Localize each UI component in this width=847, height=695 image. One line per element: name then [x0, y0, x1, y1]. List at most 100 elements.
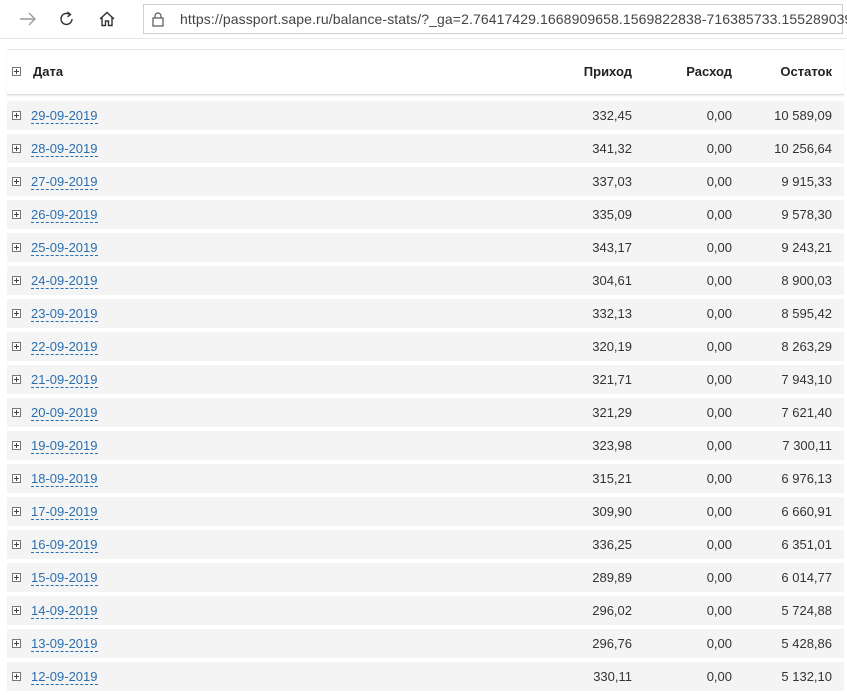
- home-icon: [99, 11, 115, 27]
- date-link[interactable]: 28-09-2019: [31, 141, 98, 157]
- expand-row-icon[interactable]: [12, 474, 21, 483]
- expand-row-icon[interactable]: [12, 408, 21, 417]
- table-row: 29-09-2019 332,45 0,00 10 589,09: [7, 101, 844, 130]
- table-row: 12-09-2019 330,11 0,00 5 132,10: [7, 662, 844, 691]
- date-cell: 28-09-2019: [31, 141, 98, 157]
- refresh-button[interactable]: [53, 6, 81, 32]
- income-cell: 336,25: [592, 537, 632, 552]
- browser-toolbar: https://passport.sape.ru/balance-stats/?…: [0, 0, 847, 39]
- income-cell: 309,90: [592, 504, 632, 519]
- expense-cell: 0,00: [706, 141, 732, 156]
- date-link[interactable]: 18-09-2019: [31, 471, 98, 487]
- date-link[interactable]: 22-09-2019: [31, 339, 98, 355]
- date-link[interactable]: 19-09-2019: [31, 438, 98, 454]
- date-cell: 21-09-2019: [31, 372, 98, 388]
- date-link[interactable]: 16-09-2019: [31, 537, 98, 553]
- date-cell: 20-09-2019: [31, 405, 98, 421]
- url-text[interactable]: https://passport.sape.ru/balance-stats/?…: [180, 11, 847, 27]
- income-cell: 296,76: [592, 636, 632, 651]
- expand-row-icon[interactable]: [12, 672, 21, 681]
- address-bar[interactable]: https://passport.sape.ru/balance-stats/?…: [143, 4, 847, 34]
- expense-cell: 0,00: [706, 570, 732, 585]
- expand-row-icon[interactable]: [12, 507, 21, 516]
- date-cell: 27-09-2019: [31, 174, 98, 190]
- expense-cell: 0,00: [706, 240, 732, 255]
- expand-row-icon[interactable]: [12, 342, 21, 351]
- date-link[interactable]: 29-09-2019: [31, 108, 98, 124]
- date-link[interactable]: 27-09-2019: [31, 174, 98, 190]
- expand-row-icon[interactable]: [12, 441, 21, 450]
- expand-row-icon[interactable]: [12, 177, 21, 186]
- date-cell: 14-09-2019: [31, 603, 98, 619]
- forward-button[interactable]: [14, 6, 42, 32]
- income-cell: 315,21: [592, 471, 632, 486]
- expense-cell: 0,00: [706, 108, 732, 123]
- expand-row-icon[interactable]: [12, 243, 21, 252]
- header-balance[interactable]: Остаток: [780, 64, 832, 79]
- income-cell: 341,32: [592, 141, 632, 156]
- table-row: 14-09-2019 296,02 0,00 5 724,88: [7, 596, 844, 625]
- income-cell: 321,29: [592, 405, 632, 420]
- expense-cell: 0,00: [706, 207, 732, 222]
- balance-cell: 6 976,13: [781, 471, 832, 486]
- expense-cell: 0,00: [706, 438, 732, 453]
- date-link[interactable]: 24-09-2019: [31, 273, 98, 289]
- date-link[interactable]: 25-09-2019: [31, 240, 98, 256]
- date-cell: 17-09-2019: [31, 504, 98, 520]
- balance-table: Дата Приход Расход Остаток 29-09-2019 332…: [7, 50, 844, 695]
- date-link[interactable]: 17-09-2019: [31, 504, 98, 520]
- balance-cell: 6 660,91: [781, 504, 832, 519]
- expand-row-icon[interactable]: [12, 210, 21, 219]
- table-row: 18-09-2019 315,21 0,00 6 976,13: [7, 464, 844, 493]
- date-cell: 13-09-2019: [31, 636, 98, 652]
- table-header: Дата Приход Расход Остаток: [7, 50, 844, 95]
- date-link[interactable]: 15-09-2019: [31, 570, 98, 586]
- date-link[interactable]: 12-09-2019: [31, 669, 98, 685]
- balance-cell: 9 243,21: [781, 240, 832, 255]
- table-row: 17-09-2019 309,90 0,00 6 660,91: [7, 497, 844, 526]
- expand-row-icon[interactable]: [12, 606, 21, 615]
- income-cell: 289,89: [592, 570, 632, 585]
- balance-cell: 10 256,64: [774, 141, 832, 156]
- balance-cell: 5 724,88: [781, 603, 832, 618]
- income-cell: 332,13: [592, 306, 632, 321]
- date-cell: 26-09-2019: [31, 207, 98, 223]
- date-link[interactable]: 26-09-2019: [31, 207, 98, 223]
- date-link[interactable]: 23-09-2019: [31, 306, 98, 322]
- income-cell: 335,09: [592, 207, 632, 222]
- date-cell: 24-09-2019: [31, 273, 98, 289]
- header-date[interactable]: Дата: [33, 64, 63, 79]
- header-expense[interactable]: Расход: [686, 64, 732, 79]
- expense-cell: 0,00: [706, 372, 732, 387]
- arrow-right-icon: [20, 12, 36, 26]
- expand-row-icon[interactable]: [12, 540, 21, 549]
- header-income[interactable]: Приход: [584, 64, 632, 79]
- date-link[interactable]: 21-09-2019: [31, 372, 98, 388]
- expense-cell: 0,00: [706, 636, 732, 651]
- table-row: 13-09-2019 296,76 0,00 5 428,86: [7, 629, 844, 658]
- date-cell: 16-09-2019: [31, 537, 98, 553]
- expand-row-icon[interactable]: [12, 309, 21, 318]
- expense-cell: 0,00: [706, 174, 732, 189]
- expense-cell: 0,00: [706, 603, 732, 618]
- expand-row-icon[interactable]: [12, 573, 21, 582]
- date-link[interactable]: 13-09-2019: [31, 636, 98, 652]
- expand-row-icon[interactable]: [12, 276, 21, 285]
- income-cell: 332,45: [592, 108, 632, 123]
- expand-all-icon[interactable]: [12, 67, 21, 76]
- date-link[interactable]: 14-09-2019: [31, 603, 98, 619]
- date-cell: 15-09-2019: [31, 570, 98, 586]
- home-button[interactable]: [93, 6, 121, 32]
- expense-cell: 0,00: [706, 537, 732, 552]
- expand-row-icon[interactable]: [12, 144, 21, 153]
- balance-cell: 8 900,03: [781, 273, 832, 288]
- balance-cell: 7 943,10: [781, 372, 832, 387]
- expense-cell: 0,00: [706, 471, 732, 486]
- expand-row-icon[interactable]: [12, 639, 21, 648]
- expand-row-icon[interactable]: [12, 375, 21, 384]
- income-cell: 323,98: [592, 438, 632, 453]
- table-row: 23-09-2019 332,13 0,00 8 595,42: [7, 299, 844, 328]
- date-link[interactable]: 20-09-2019: [31, 405, 98, 421]
- expand-row-icon[interactable]: [12, 111, 21, 120]
- balance-cell: 6 014,77: [781, 570, 832, 585]
